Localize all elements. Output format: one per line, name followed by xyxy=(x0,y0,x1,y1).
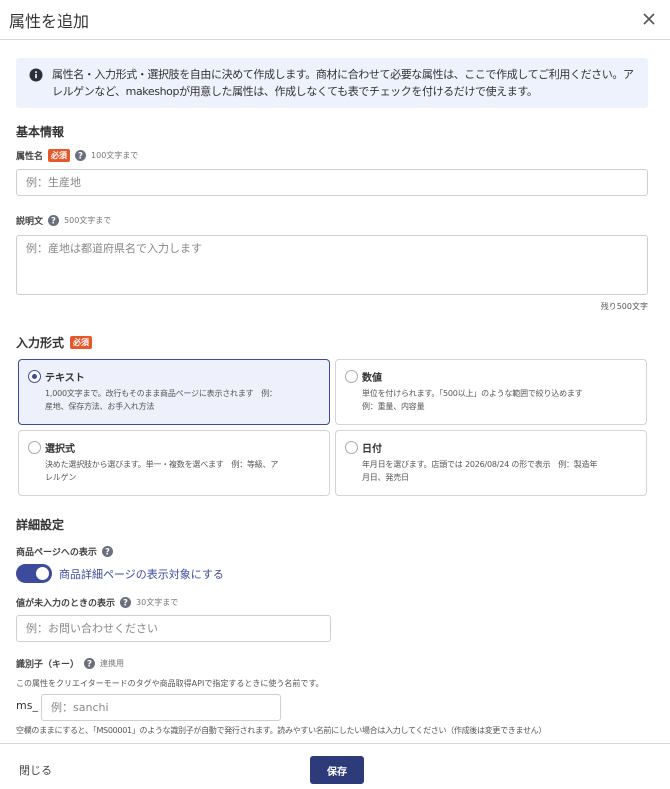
svg-text:?: ? xyxy=(51,217,56,226)
option-desc-line: 決めた選択肢から選びます。単一・複数を選べます 例：等級、ア xyxy=(45,460,279,469)
attribute-name-input[interactable] xyxy=(16,169,648,196)
format-section-title: 入力形式 必須 xyxy=(16,334,93,351)
radio-button[interactable] xyxy=(345,441,358,454)
format-option-select[interactable]: 選択式 決めた選択肢から選びます。単一・複数を選べます 例：等級、ア レルゲン xyxy=(18,430,330,496)
help-icon[interactable]: ? xyxy=(120,597,132,608)
help-icon[interactable]: ? xyxy=(75,150,87,161)
help-icon[interactable]: ? xyxy=(48,215,60,226)
notice-line-2: レルゲンなど、makeshopが用意した属性は、作成しなくても表でチェックを付け… xyxy=(52,85,538,98)
required-badge: 必須 xyxy=(70,336,93,349)
display-field-label: 商品ページへの表示 ? xyxy=(16,545,113,558)
format-title-text: 入力形式 xyxy=(16,336,65,350)
option-description: 単位を付けられます。「500以上」のような範囲で絞り込めます 例：重量、内容量 xyxy=(362,387,642,413)
modal-header: 属性を追加 xyxy=(0,0,670,40)
notice-line-1: 属性名・入力形式・選択肢を自由に決めて作成します。商材に合わせて必要な属性は、こ… xyxy=(52,68,634,81)
empty-value-input[interactable] xyxy=(16,615,331,642)
key-label-text: 識別子（キー） xyxy=(16,660,80,670)
svg-text:?: ? xyxy=(123,599,128,608)
svg-text:?: ? xyxy=(78,152,83,161)
option-description: 決めた選択肢から選びます。単一・複数を選べます 例：等級、ア レルゲン xyxy=(45,458,325,484)
empty-label-text: 値が未入力のときの表示 xyxy=(16,599,116,609)
notice-text: 属性名・入力形式・選択肢を自由に決めて作成します。商材に合わせて必要な属性は、こ… xyxy=(52,66,644,100)
desc-limit: 500文字まで xyxy=(64,216,112,225)
option-title: 数値 xyxy=(362,373,382,384)
help-icon[interactable]: ? xyxy=(84,658,96,669)
option-desc-line: レルゲン xyxy=(45,473,77,482)
svg-text:?: ? xyxy=(105,548,110,557)
display-toggle-switch[interactable] xyxy=(16,564,52,583)
desc-label-text: 説明文 xyxy=(16,217,44,227)
toggle-label[interactable]: 商品詳細ページの表示対象にする xyxy=(59,566,224,582)
option-desc-line: 年月日を選びます。店頭では 2026/08/24 の形で表示 例：製造年 xyxy=(362,460,598,469)
required-badge: 必須 xyxy=(48,149,71,162)
modal-title: 属性を追加 xyxy=(9,12,90,31)
key-footnote: 空欄のままにすると、「MS00001」のような識別子が自動で発行されます。読みや… xyxy=(16,726,547,735)
close-button[interactable]: 閉じる xyxy=(19,762,52,778)
save-button[interactable]: 保存 xyxy=(310,756,364,784)
radio-button[interactable] xyxy=(28,441,41,454)
display-label-text: 商品ページへの表示 xyxy=(16,548,97,558)
option-title: 選択式 xyxy=(45,444,75,455)
option-title: テキスト xyxy=(45,373,85,384)
toggle-knob xyxy=(36,567,49,580)
description-textarea[interactable] xyxy=(16,235,648,295)
desc-field-label: 説明文 ? 500文字まで xyxy=(16,214,111,227)
empty-value-field-label: 値が未入力のときの表示 ? 30文字まで xyxy=(16,596,178,609)
detail-section-title: 詳細設定 xyxy=(16,518,65,532)
option-desc-line: 月日、発売日 xyxy=(362,473,409,482)
option-title: 日付 xyxy=(362,444,382,455)
key-prefix: ms_ xyxy=(16,699,38,712)
info-notice: 属性名・入力形式・選択肢を自由に決めて作成します。商材に合わせて必要な属性は、こ… xyxy=(16,58,648,108)
option-description: 1,000文字まで。改行もそのまま商品ページに表示されます 例： 産地、保存方法… xyxy=(45,387,325,413)
option-description: 年月日を選びます。店頭では 2026/08/24 の形で表示 例：製造年 月日、… xyxy=(362,458,642,484)
name-field-label: 属性名 必須 ? 100文字まで xyxy=(16,149,138,162)
key-note: 連携用 xyxy=(100,659,125,668)
key-help-text: この属性をクリエイターモードのタグや商品取得APIで指定するときに使う名前です。 xyxy=(16,679,324,688)
key-input[interactable] xyxy=(41,694,281,721)
help-icon[interactable]: ? xyxy=(101,546,113,557)
name-label-text: 属性名 xyxy=(16,152,44,162)
info-icon xyxy=(29,68,43,82)
basic-section-title: 基本情報 xyxy=(16,125,65,139)
modal-footer: 閉じる 保存 xyxy=(0,743,670,789)
format-option-number[interactable]: 数値 単位を付けられます。「500以上」のような範囲で絞り込めます 例：重量、内… xyxy=(335,359,647,425)
close-icon[interactable] xyxy=(636,6,662,32)
format-option-date[interactable]: 日付 年月日を選びます。店頭では 2026/08/24 の形で表示 例：製造年 … xyxy=(335,430,647,496)
option-desc-line: 例：重量、内容量 xyxy=(362,402,425,411)
empty-limit: 30文字まで xyxy=(136,598,179,607)
option-desc-line: 1,000文字まで。改行もそのまま商品ページに表示されます 例： xyxy=(45,389,277,398)
format-option-text[interactable]: テキスト 1,000文字まで。改行もそのまま商品ページに表示されます 例： 産地… xyxy=(18,359,330,425)
name-limit: 100文字まで xyxy=(91,151,139,160)
option-desc-line: 産地、保存方法、お手入れ方法 xyxy=(45,402,155,411)
char-counter: 残り500文字 xyxy=(600,302,648,311)
key-field-label: 識別子（キー） ? 連携用 xyxy=(16,657,124,670)
radio-button[interactable] xyxy=(345,370,358,383)
radio-button[interactable] xyxy=(28,370,41,383)
option-desc-line: 単位を付けられます。「500以上」のような範囲で絞り込めます xyxy=(362,389,583,398)
svg-text:?: ? xyxy=(87,660,92,669)
